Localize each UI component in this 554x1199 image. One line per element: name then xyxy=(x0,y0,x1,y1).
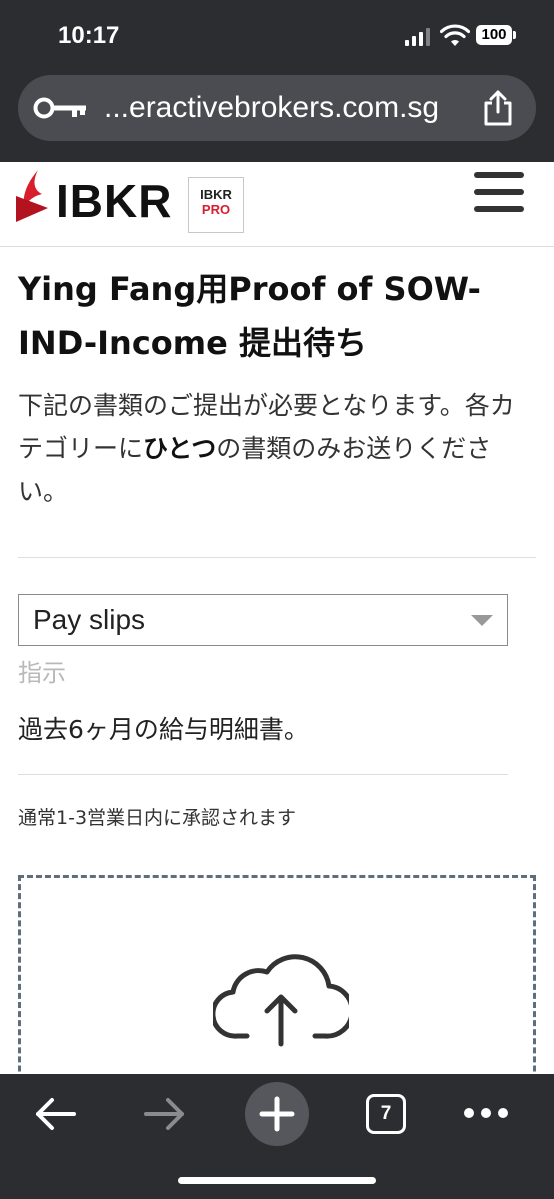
tabs-icon[interactable]: 7 xyxy=(366,1094,406,1134)
hamburger-menu-icon[interactable] xyxy=(474,172,524,218)
approval-note: 通常1-3営業日内に承認されます xyxy=(18,807,297,829)
instructions-label: 指示 xyxy=(18,659,66,687)
instructions-text: 過去6ヶ月の給与明細書。 xyxy=(18,715,309,744)
share-icon[interactable] xyxy=(480,89,516,127)
file-upload-dropzone[interactable] xyxy=(18,875,536,1074)
plus-icon xyxy=(259,1096,295,1132)
web-page: IBKR IBKR PRO Ying Fang用Proof of SOW-IND… xyxy=(0,162,554,1074)
url-text[interactable]: ...eractivebrokers.com.sg xyxy=(104,89,439,127)
page-description: 下記の書類のご提出が必要となります。各カテゴリーにひとつの書類のみお送りください… xyxy=(18,384,538,513)
divider xyxy=(18,774,508,775)
logo-text[interactable]: IBKR xyxy=(56,176,172,226)
back-arrow-icon[interactable] xyxy=(32,1094,78,1134)
new-tab-button[interactable] xyxy=(245,1082,309,1146)
more-icon[interactable] xyxy=(464,1108,508,1120)
site-header: IBKR IBKR PRO xyxy=(0,162,554,247)
ibkr-logo-icon[interactable] xyxy=(14,168,50,224)
wifi-icon xyxy=(440,24,470,46)
address-bar[interactable]: ...eractivebrokers.com.sg xyxy=(18,75,536,141)
cloud-upload-icon[interactable] xyxy=(213,948,349,1048)
key-icon xyxy=(33,97,86,119)
badge-line-1: IBKR xyxy=(200,187,232,202)
battery-indicator: 100 xyxy=(476,25,516,45)
dropdown-arrow-icon xyxy=(471,615,493,626)
divider xyxy=(18,557,536,558)
cellular-signal-icon xyxy=(405,28,431,46)
description-bold: ひとつ xyxy=(143,434,217,463)
ibkr-pro-badge: IBKR PRO xyxy=(188,177,244,233)
status-bar: 10:17 100 xyxy=(0,0,554,70)
badge-line-2: PRO xyxy=(201,202,231,217)
home-indicator xyxy=(178,1177,376,1184)
document-type-select[interactable]: Pay slips xyxy=(18,594,508,646)
forward-arrow-icon[interactable] xyxy=(142,1094,188,1134)
document-type-value: Pay slips xyxy=(33,604,146,635)
page-title: Ying Fang用Proof of SOW-IND-Income 提出待ち xyxy=(18,270,481,362)
status-time: 10:17 xyxy=(58,22,120,49)
